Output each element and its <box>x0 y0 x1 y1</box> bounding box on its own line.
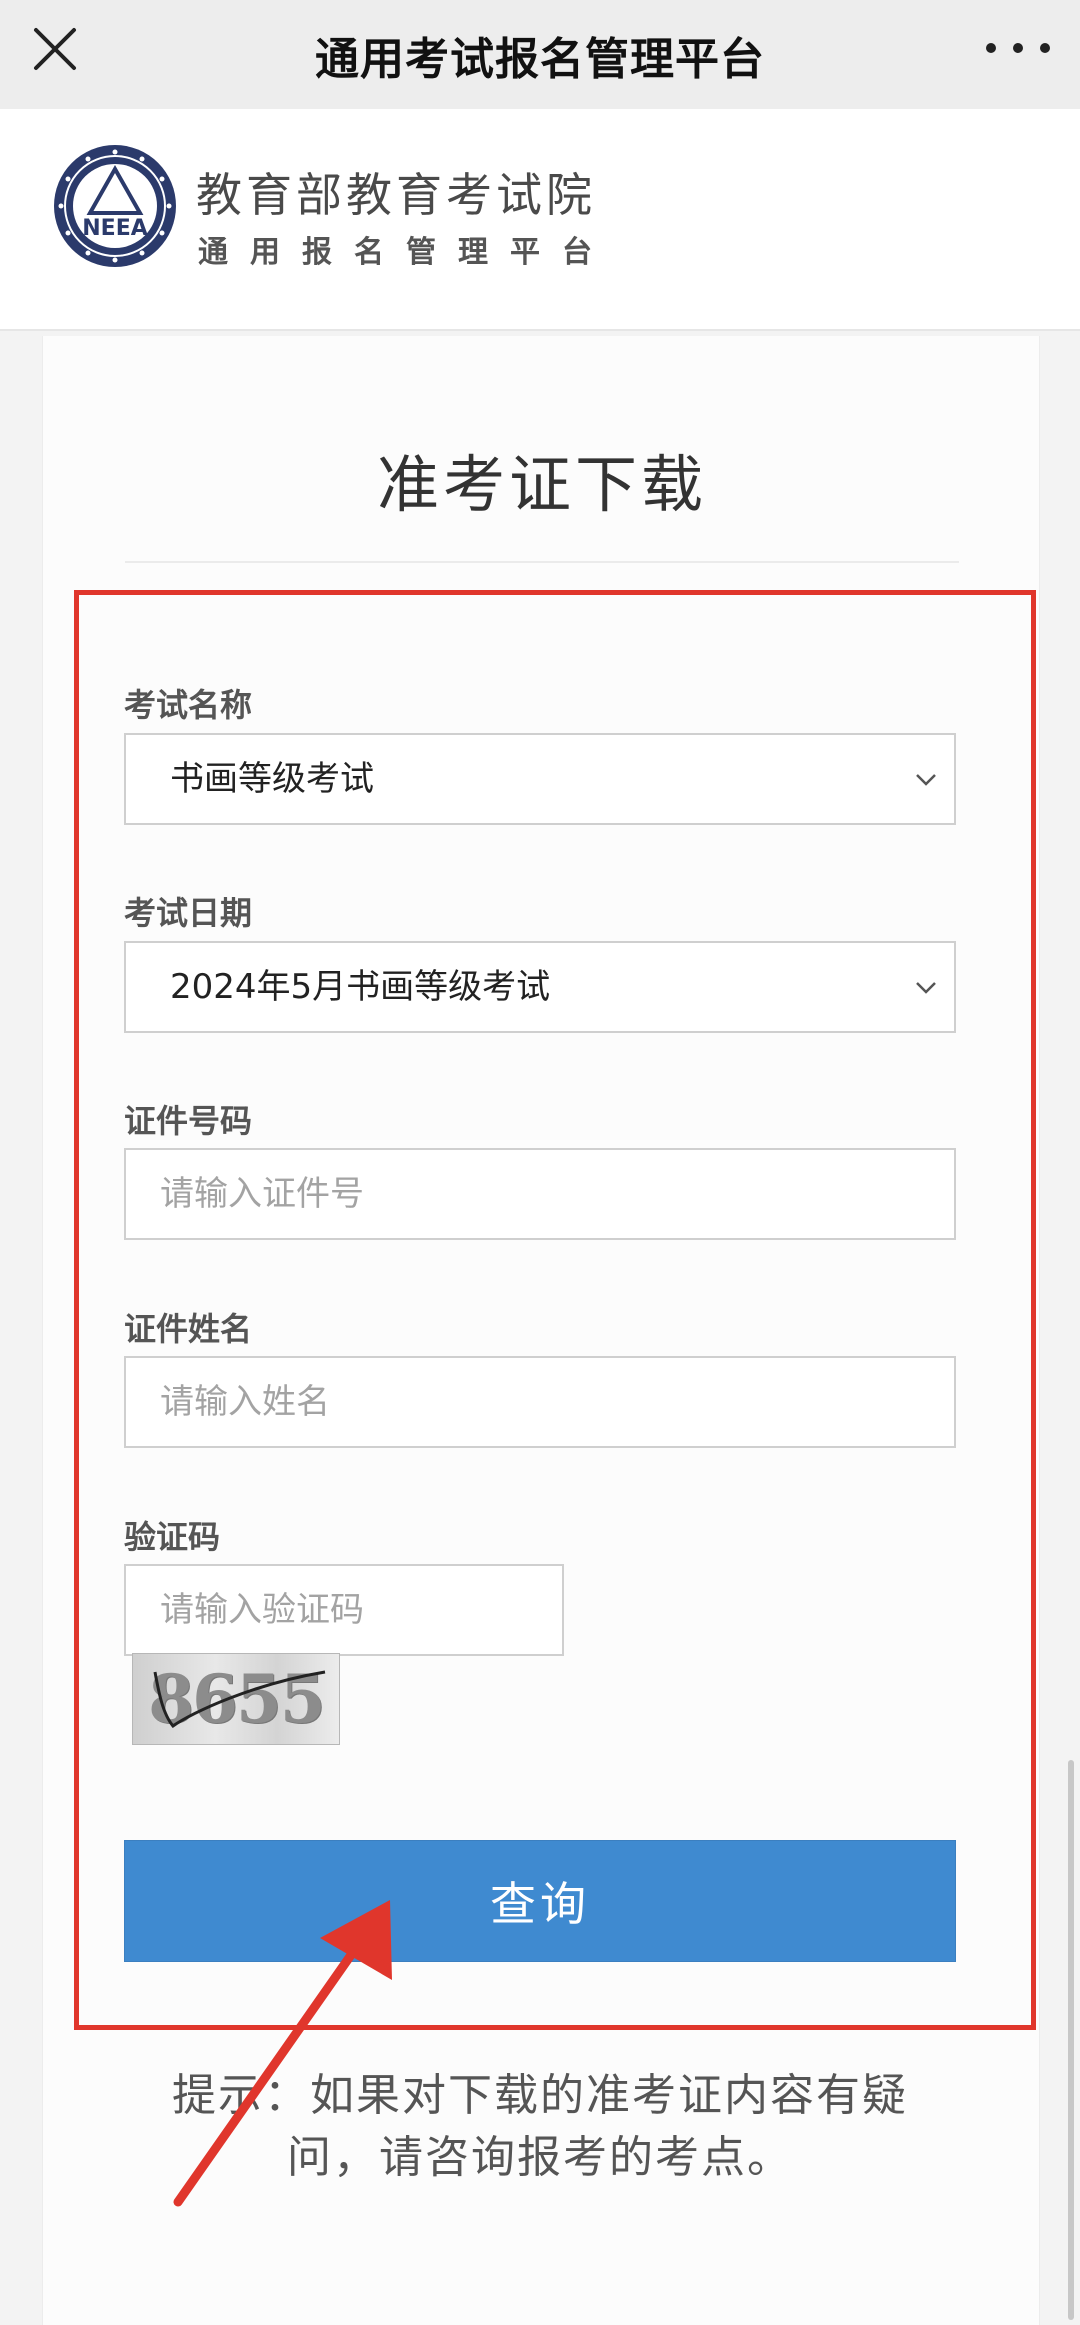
close-icon[interactable] <box>28 22 82 76</box>
svg-text:NEEA: NEEA <box>82 216 148 241</box>
captcha-label: 验证码 <box>124 1518 221 1556</box>
chevron-down-icon <box>916 982 936 994</box>
captcha-input[interactable] <box>126 1566 562 1654</box>
exam-date-label: 考试日期 <box>124 894 253 932</box>
scrollbar[interactable] <box>1068 1760 1074 2320</box>
exam-date-select[interactable]: 2024年5月书画等级考试 <box>124 941 956 1033</box>
site-header: NEEA 教育部教育考试院 通用报名管理平台 <box>0 109 1080 331</box>
captcha-field <box>124 1564 564 1656</box>
neea-logo: NEEA <box>54 145 176 267</box>
query-button[interactable]: 查询 <box>124 1840 956 1962</box>
tip-text: 提示：如果对下载的准考证内容有疑 问，请咨询报考的考点。 <box>124 2065 956 2189</box>
tip-line-2: 问，请咨询报考的考点。 <box>287 2132 793 2183</box>
chevron-down-icon <box>916 774 936 786</box>
exam-date-value: 2024年5月书画等级考试 <box>170 967 551 1007</box>
id-name-label: 证件姓名 <box>124 1310 253 1348</box>
id-name-field <box>124 1356 956 1448</box>
id-number-input[interactable] <box>126 1150 954 1238</box>
id-number-field <box>124 1148 956 1240</box>
title-divider <box>125 561 959 563</box>
id-name-input[interactable] <box>126 1358 954 1446</box>
captcha-noise-line <box>153 1670 326 1729</box>
id-number-label: 证件号码 <box>124 1102 253 1140</box>
top-nav-bar: 通用考试报名管理平台 <box>0 0 1080 109</box>
captcha-image[interactable]: 8655 <box>132 1653 340 1745</box>
exam-name-select[interactable]: 书画等级考试 <box>124 733 956 825</box>
exam-name-label: 考试名称 <box>124 686 253 724</box>
window-title: 通用考试报名管理平台 <box>315 33 765 85</box>
more-icon[interactable] <box>986 28 1050 68</box>
org-name: 教育部教育考试院 <box>196 168 596 222</box>
exam-name-value: 书画等级考试 <box>170 759 374 799</box>
platform-name: 通用报名管理平台 <box>198 235 614 270</box>
tip-line-1: 提示：如果对下载的准考证内容有疑 <box>172 2070 908 2121</box>
page-title: 准考证下载 <box>376 448 707 521</box>
